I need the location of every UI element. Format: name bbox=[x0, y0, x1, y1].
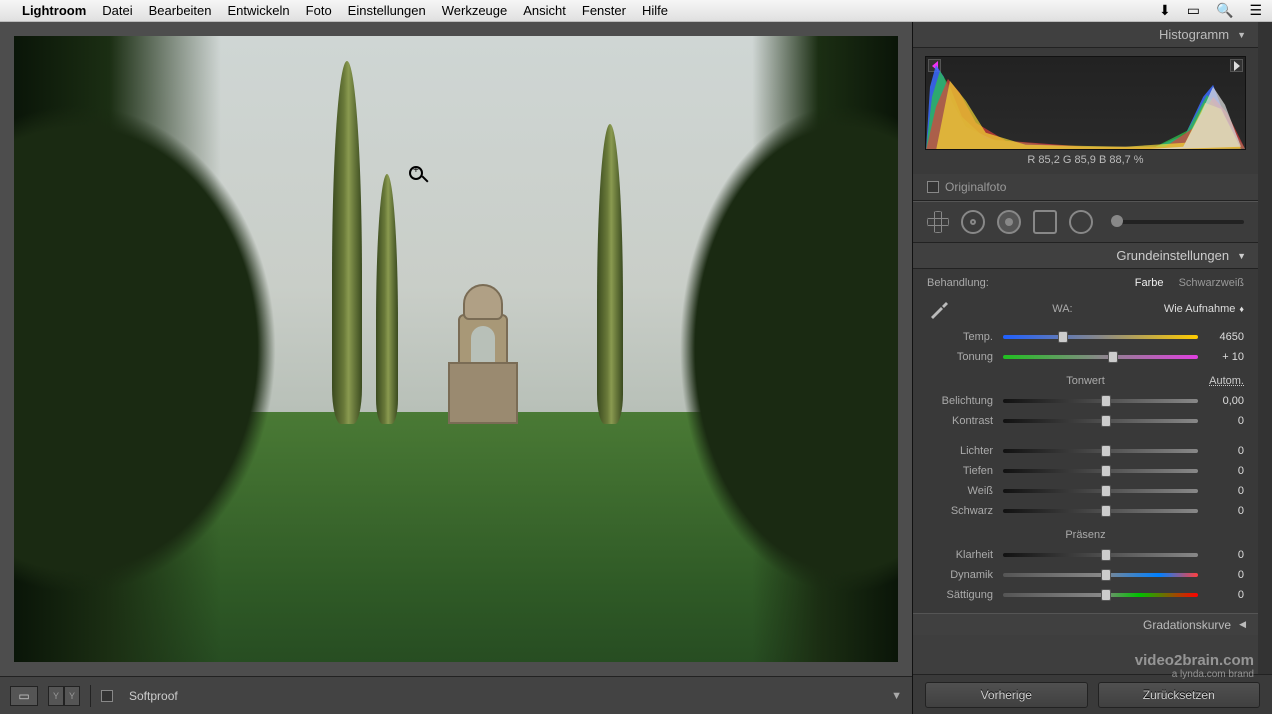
loupe-toolbar: ▭ YY Softproof ▼ bbox=[0, 676, 912, 714]
highlights-slider[interactable] bbox=[1003, 449, 1198, 453]
watermark: video2brain.com a lynda.com brand bbox=[1135, 653, 1254, 681]
softproof-label: Softproof bbox=[129, 689, 178, 703]
download-icon[interactable]: ⬇ bbox=[1159, 2, 1171, 19]
tint-value[interactable]: + 10 bbox=[1202, 351, 1244, 363]
auto-tone-button[interactable]: Autom. bbox=[1209, 375, 1244, 387]
vibrance-value[interactable]: 0 bbox=[1202, 569, 1244, 581]
wb-label: WA: bbox=[961, 303, 1164, 315]
shadows-slider[interactable] bbox=[1003, 469, 1198, 473]
develop-toolstrip bbox=[913, 201, 1258, 243]
menu-werkzeuge[interactable]: Werkzeuge bbox=[442, 3, 508, 18]
presence-heading: Präsenz bbox=[927, 529, 1244, 541]
rgb-readout: R 85,2 G 85,9 B 88,7 % bbox=[925, 150, 1246, 170]
right-scrollbar[interactable] bbox=[1258, 22, 1272, 674]
blacks-slider[interactable] bbox=[1003, 509, 1198, 513]
contrast-slider[interactable] bbox=[1003, 419, 1198, 423]
contrast-value[interactable]: 0 bbox=[1202, 415, 1244, 427]
expand-icon: ◀ bbox=[1239, 619, 1246, 630]
wb-preset-select[interactable]: Wie Aufnahme♦ bbox=[1164, 303, 1244, 315]
menu-bearbeiten[interactable]: Bearbeiten bbox=[149, 3, 212, 18]
mac-menu-bar: Lightroom Datei Bearbeiten Entwickeln Fo… bbox=[0, 0, 1272, 22]
treatment-label: Behandlung: bbox=[927, 277, 989, 289]
photo-preview[interactable] bbox=[14, 36, 898, 662]
histogram-graph[interactable] bbox=[925, 56, 1246, 150]
saturation-value[interactable]: 0 bbox=[1202, 589, 1244, 601]
menu-hilfe[interactable]: Hilfe bbox=[642, 3, 668, 18]
histogram-header[interactable]: Histogramm▼ bbox=[913, 22, 1258, 48]
histogram-panel: R 85,2 G 85,9 B 88,7 % bbox=[913, 48, 1258, 174]
spot-tool-icon[interactable] bbox=[961, 210, 985, 234]
wb-dropper-icon[interactable] bbox=[927, 297, 951, 321]
exposure-slider[interactable] bbox=[1003, 399, 1198, 403]
temp-slider[interactable] bbox=[1003, 335, 1198, 339]
graduated-tool-icon[interactable] bbox=[1033, 210, 1057, 234]
tone-heading: Tonwert bbox=[1066, 375, 1105, 387]
clarity-value[interactable]: 0 bbox=[1202, 549, 1244, 561]
menu-einstellungen[interactable]: Einstellungen bbox=[348, 3, 426, 18]
basic-header[interactable]: Grundeinstellungen▼ bbox=[913, 243, 1258, 269]
tonecurve-header[interactable]: Gradationskurve◀ bbox=[913, 613, 1258, 635]
treatment-color[interactable]: Farbe bbox=[1135, 277, 1164, 289]
reset-button[interactable]: Zurücksetzen bbox=[1098, 682, 1261, 708]
whites-value[interactable]: 0 bbox=[1202, 485, 1244, 497]
exposure-value[interactable]: 0,00 bbox=[1202, 395, 1244, 407]
develop-right-panel: Histogramm▼ R 85,2 G 85,9 B 88,7 % Origi… bbox=[912, 22, 1272, 714]
list-icon[interactable]: ☰ bbox=[1249, 2, 1262, 19]
whites-slider[interactable] bbox=[1003, 489, 1198, 493]
previous-button[interactable]: Vorherige bbox=[925, 682, 1088, 708]
menu-fenster[interactable]: Fenster bbox=[582, 3, 626, 18]
canvas-area: ▭ YY Softproof ▼ bbox=[0, 22, 912, 714]
originalfoto-checkbox[interactable] bbox=[927, 181, 939, 193]
tint-slider[interactable] bbox=[1003, 355, 1198, 359]
vibrance-slider[interactable] bbox=[1003, 573, 1198, 577]
view-compare-button[interactable]: YY bbox=[48, 686, 80, 706]
temp-value[interactable]: 4650 bbox=[1202, 331, 1244, 343]
right-bottom-bar: Vorherige Zurücksetzen bbox=[913, 674, 1272, 714]
originalfoto-label: Originalfoto bbox=[945, 180, 1006, 194]
redeye-tool-icon[interactable] bbox=[997, 210, 1021, 234]
view-single-button[interactable]: ▭ bbox=[10, 686, 38, 706]
menu-app[interactable]: Lightroom bbox=[22, 3, 86, 18]
shadows-value[interactable]: 0 bbox=[1202, 465, 1244, 477]
menu-foto[interactable]: Foto bbox=[306, 3, 332, 18]
blacks-value[interactable]: 0 bbox=[1202, 505, 1244, 517]
highlights-value[interactable]: 0 bbox=[1202, 445, 1244, 457]
basic-panel: Behandlung: Farbe Schwarzweiß WA: Wie Au… bbox=[913, 269, 1258, 613]
menu-ansicht[interactable]: Ansicht bbox=[523, 3, 566, 18]
toolbar-dropdown-icon[interactable]: ▼ bbox=[891, 690, 902, 702]
clarity-slider[interactable] bbox=[1003, 553, 1198, 557]
saturation-slider[interactable] bbox=[1003, 593, 1198, 597]
spotlight-icon[interactable]: 🔍 bbox=[1216, 2, 1233, 19]
collapse-icon: ▼ bbox=[1237, 251, 1246, 261]
brush-size-slider[interactable] bbox=[1111, 220, 1244, 224]
menu-datei[interactable]: Datei bbox=[102, 3, 132, 18]
collapse-icon: ▼ bbox=[1237, 30, 1246, 40]
softproof-checkbox[interactable] bbox=[101, 690, 113, 702]
treatment-bw[interactable]: Schwarzweiß bbox=[1179, 277, 1244, 289]
menu-entwickeln[interactable]: Entwickeln bbox=[228, 3, 290, 18]
zoom-cursor-icon bbox=[409, 166, 423, 180]
display-icon[interactable]: ▭ bbox=[1187, 2, 1200, 19]
crop-tool-icon[interactable] bbox=[927, 211, 949, 233]
app-window: ▭ YY Softproof ▼ Histogramm▼ bbox=[0, 22, 1272, 714]
radial-tool-icon[interactable] bbox=[1069, 210, 1093, 234]
